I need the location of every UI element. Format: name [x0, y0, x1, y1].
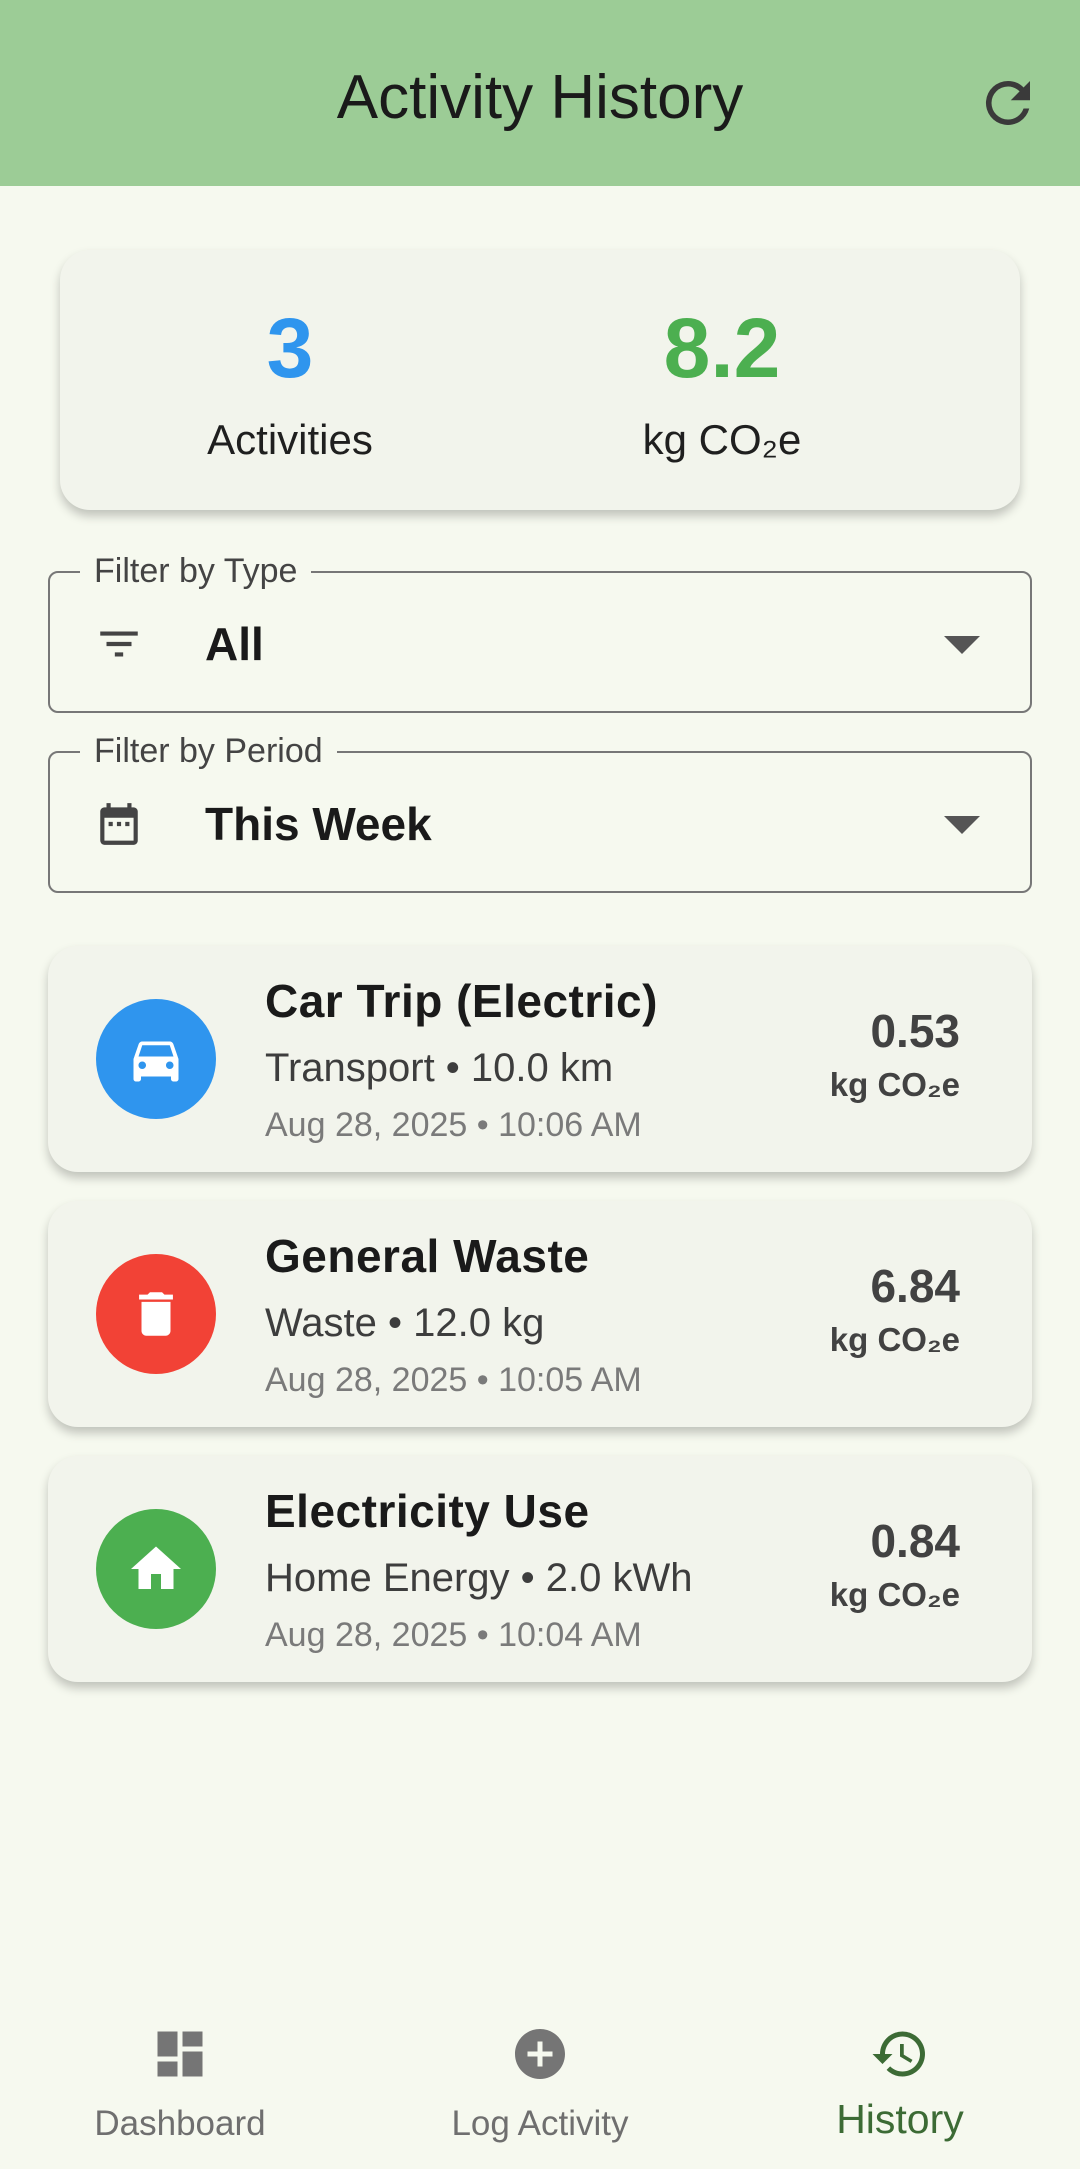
home-icon — [131, 1546, 181, 1589]
activity-subtitle: Waste • 12.0 kg — [265, 1301, 545, 1345]
emissions-stat: 8.2 kg CO₂e — [522, 306, 922, 464]
period-filter-dropdown[interactable]: Filter by Period This Week — [48, 731, 1032, 893]
nav-label-history: History — [836, 2096, 964, 2142]
activity-emissions-value: 0.84 — [870, 1515, 960, 1567]
activity-title: Electricity Use — [265, 1485, 590, 1537]
type-filter-value: All — [205, 618, 264, 670]
history-icon — [872, 2031, 925, 2077]
activity-emissions-unit: kg CO₂e — [829, 1576, 960, 1613]
activity-count-stat: 3 Activities — [90, 306, 490, 464]
activity-date: Aug 28, 2025 • 10:05 AM — [265, 1361, 642, 1399]
nav-label-log-activity: Log Activity — [451, 2104, 629, 2143]
filter-icon — [100, 631, 138, 657]
activity-item[interactable]: General Waste Waste • 12.0 kg Aug 28, 20… — [48, 1201, 1032, 1427]
car-icon — [133, 1041, 179, 1082]
activity-emissions: 0.84 kg CO₂e — [830, 1514, 960, 1614]
activity-subtitle: Home Energy • 2.0 kWh — [265, 1556, 693, 1600]
refresh-icon[interactable] — [975, 70, 1041, 136]
calendar-icon — [100, 803, 138, 845]
dropdown-arrow-icon — [944, 636, 980, 654]
activity-item[interactable]: Electricity Use Home Energy • 2.0 kWh Au… — [48, 1456, 1032, 1682]
activity-emissions-unit: kg CO₂e — [829, 1321, 960, 1358]
activity-emissions-value: 6.84 — [870, 1260, 960, 1312]
activity-subtitle: Transport • 10.0 km — [265, 1046, 614, 1090]
activity-count-value: 3 — [266, 301, 314, 395]
period-filter-legend: Filter by Period — [80, 731, 337, 771]
period-filter-value: This Week — [205, 798, 432, 850]
dropdown-arrow-icon — [944, 816, 980, 834]
page-title: Activity History — [336, 63, 744, 132]
trash-icon — [139, 1292, 173, 1336]
nav-item-dashboard[interactable]: Dashboard — [0, 1996, 360, 2169]
activity-title: Car Trip (Electric) — [265, 975, 658, 1027]
activity-emissions: 6.84 kg CO₂e — [830, 1259, 960, 1359]
activity-title: General Waste — [265, 1230, 590, 1282]
emissions-label: kg CO₂e — [642, 416, 802, 463]
activity-icon-badge — [96, 999, 216, 1119]
nav-item-log-activity[interactable]: Log Activity — [360, 1996, 720, 2169]
activity-emissions-unit: kg CO₂e — [829, 1066, 960, 1103]
activity-icon-badge — [96, 1254, 216, 1374]
type-filter-dropdown[interactable]: Filter by Type All — [48, 551, 1032, 713]
bottom-navigation: Dashboard Log Activity History — [0, 1996, 1080, 2169]
type-filter-legend: Filter by Type — [80, 551, 312, 591]
activity-date: Aug 28, 2025 • 10:06 AM — [265, 1106, 642, 1144]
activity-icon-badge — [96, 1509, 216, 1629]
emissions-value: 8.2 — [663, 301, 781, 395]
activity-count-label: Activities — [207, 416, 373, 463]
nav-item-history[interactable]: History — [720, 1996, 1080, 2169]
activity-item[interactable]: Car Trip (Electric) Transport • 10.0 km … — [48, 946, 1032, 1172]
dashboard-icon — [157, 2031, 203, 2077]
add-circle-icon — [515, 2029, 565, 2079]
summary-card: 3 Activities 8.2 kg CO₂e — [60, 250, 1020, 510]
activity-emissions-value: 0.53 — [870, 1005, 960, 1057]
activity-date: Aug 28, 2025 • 10:04 AM — [265, 1616, 642, 1654]
nav-label-dashboard: Dashboard — [94, 2104, 266, 2143]
activity-emissions: 0.53 kg CO₂e — [830, 1004, 960, 1104]
app-bar: Activity History — [0, 0, 1080, 186]
